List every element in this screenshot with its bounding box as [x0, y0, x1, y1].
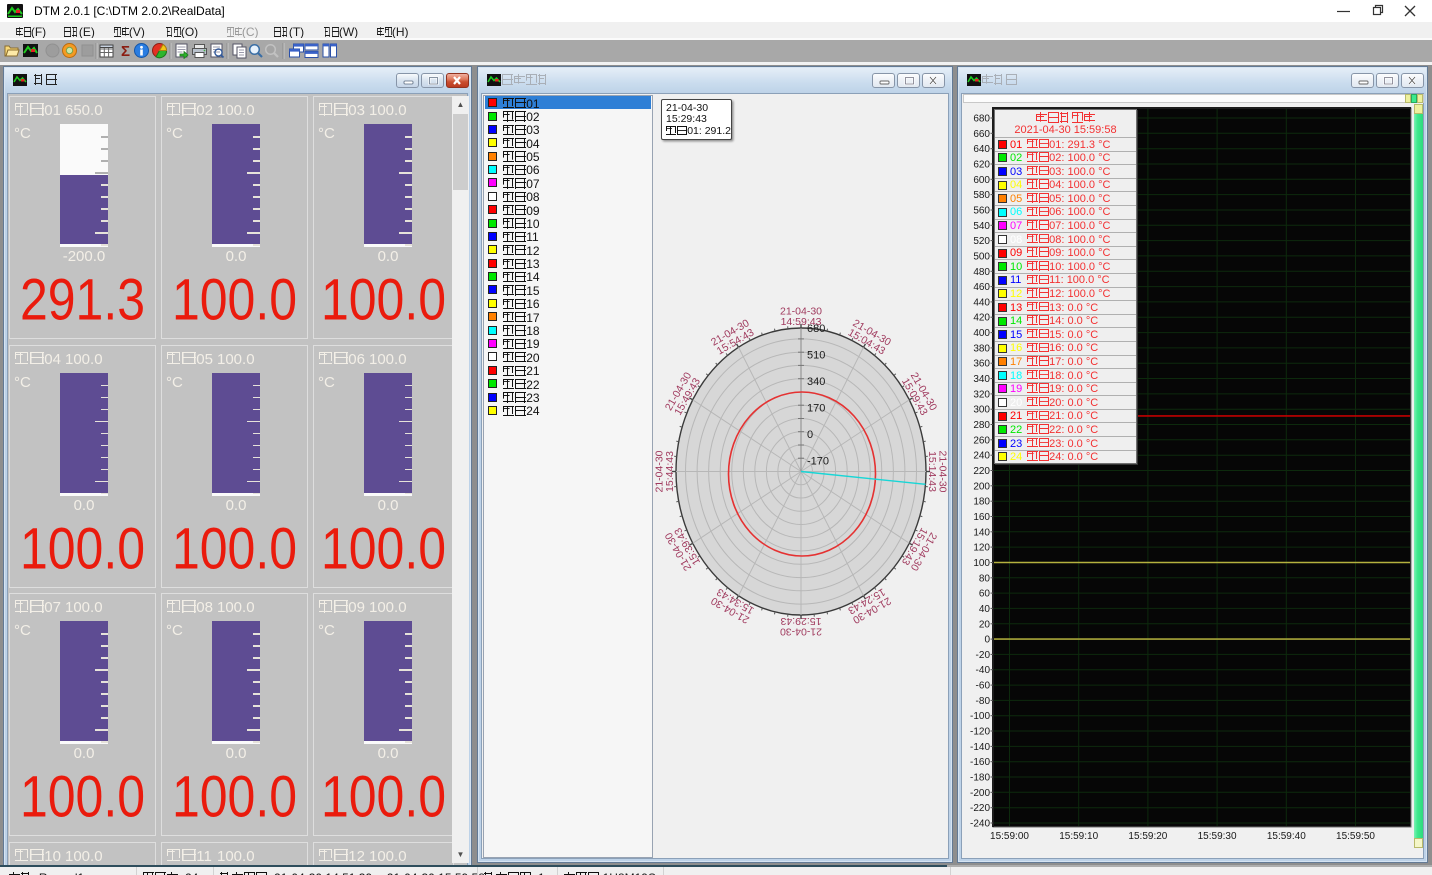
- svg-text:0: 0: [984, 635, 990, 646]
- svg-text:-120: -120: [970, 727, 990, 738]
- svg-text:-40: -40: [976, 665, 991, 676]
- svg-text:15:14:43: 15:14:43: [926, 451, 938, 492]
- svg-text:220: 220: [973, 466, 990, 477]
- svg-text:140: 140: [973, 527, 990, 538]
- svg-text:540: 540: [973, 221, 990, 232]
- svg-text:400: 400: [973, 328, 990, 339]
- svg-text:680: 680: [973, 114, 990, 125]
- svg-text:-170: -170: [807, 456, 829, 468]
- svg-text:120: 120: [973, 543, 990, 554]
- svg-text:320: 320: [973, 389, 990, 400]
- svg-text:-140: -140: [970, 742, 990, 753]
- svg-text:520: 520: [973, 236, 990, 247]
- svg-text:500: 500: [973, 251, 990, 262]
- svg-text:15:59:10: 15:59:10: [1059, 831, 1098, 842]
- svg-text:380: 380: [973, 343, 990, 354]
- svg-text:360: 360: [973, 359, 990, 370]
- svg-text:510: 510: [807, 350, 825, 362]
- svg-text:160: 160: [973, 512, 990, 523]
- svg-text:170: 170: [807, 403, 825, 415]
- svg-text:15:59:40: 15:59:40: [1267, 831, 1306, 842]
- svg-text:15:59:20: 15:59:20: [1128, 831, 1167, 842]
- svg-text:480: 480: [973, 267, 990, 278]
- svg-text:240: 240: [973, 451, 990, 462]
- svg-text:660: 660: [973, 129, 990, 140]
- svg-text:-60: -60: [976, 681, 991, 692]
- svg-text:580: 580: [973, 190, 990, 201]
- svg-text:Σ: Σ: [121, 43, 130, 59]
- svg-text:-220: -220: [970, 803, 990, 814]
- svg-text:-240: -240: [970, 819, 990, 830]
- svg-text:40: 40: [979, 604, 991, 615]
- svg-text:15:59:00: 15:59:00: [990, 831, 1029, 842]
- svg-text:460: 460: [973, 282, 990, 293]
- svg-text:280: 280: [973, 420, 990, 431]
- svg-text:14:59:43: 14:59:43: [781, 316, 822, 328]
- svg-text:420: 420: [973, 313, 990, 324]
- svg-text:-180: -180: [970, 773, 990, 784]
- svg-text:620: 620: [973, 160, 990, 171]
- svg-text:-100: -100: [970, 711, 990, 722]
- svg-text:260: 260: [973, 435, 990, 446]
- svg-text:560: 560: [973, 206, 990, 217]
- svg-text:15:44:43: 15:44:43: [664, 451, 676, 492]
- svg-text:15:59:30: 15:59:30: [1198, 831, 1237, 842]
- svg-text:-200: -200: [970, 788, 990, 799]
- svg-text:-160: -160: [970, 757, 990, 768]
- svg-text:-20: -20: [976, 650, 991, 661]
- svg-text:15:29:43: 15:29:43: [780, 615, 821, 627]
- svg-text:440: 440: [973, 297, 990, 308]
- svg-text:200: 200: [973, 481, 990, 492]
- svg-text:15:59:50: 15:59:50: [1336, 831, 1375, 842]
- svg-text:20: 20: [979, 619, 991, 630]
- svg-text:300: 300: [973, 405, 990, 416]
- svg-text:80: 80: [979, 573, 991, 584]
- svg-text:60: 60: [979, 589, 991, 600]
- svg-text:600: 600: [973, 175, 990, 186]
- svg-text:340: 340: [973, 374, 990, 385]
- svg-text:-80: -80: [976, 696, 991, 707]
- svg-text:640: 640: [973, 144, 990, 155]
- svg-text:340: 340: [807, 376, 825, 388]
- svg-text:100: 100: [973, 558, 990, 569]
- svg-text:180: 180: [973, 497, 990, 508]
- svg-text:0: 0: [807, 429, 813, 441]
